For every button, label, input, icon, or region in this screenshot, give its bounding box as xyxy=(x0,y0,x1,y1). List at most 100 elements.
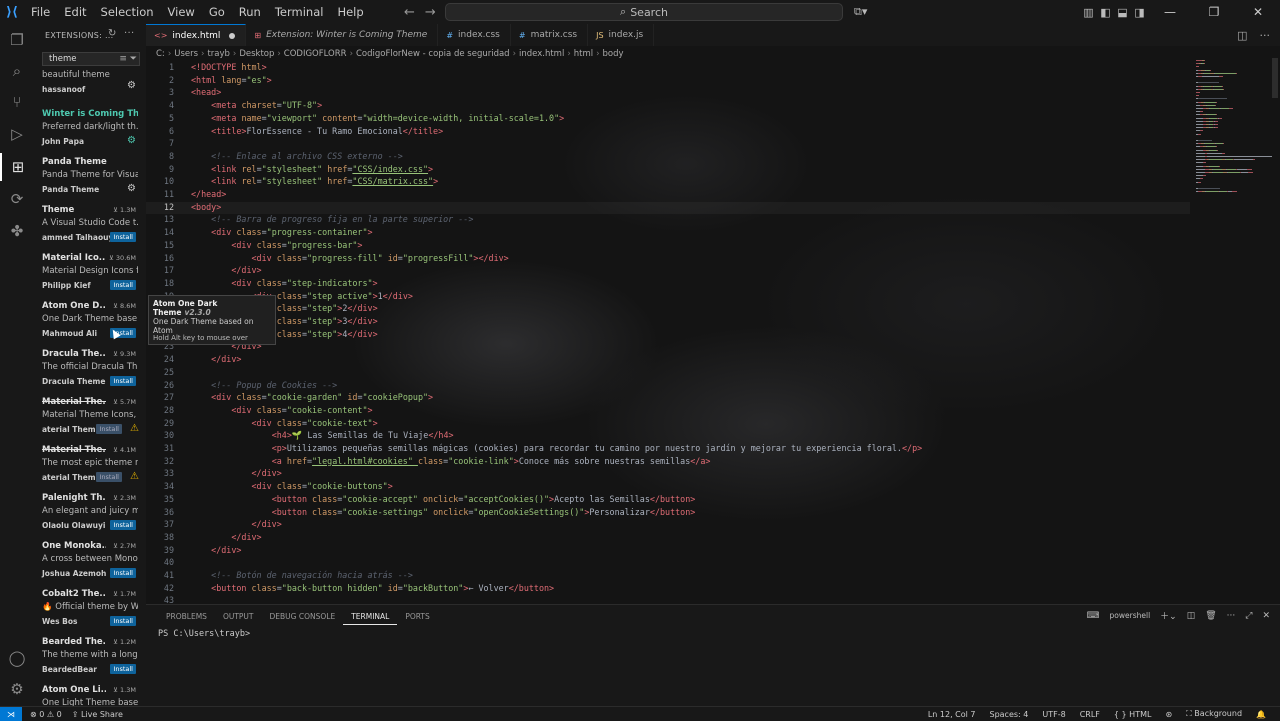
menu-view[interactable]: View xyxy=(161,0,202,24)
code-line[interactable]: 37 </div> xyxy=(146,519,1190,532)
breadcrumb-item[interactable]: body xyxy=(603,49,624,59)
code-line[interactable]: 36 <button class="cookie-settings" oncli… xyxy=(146,507,1190,520)
code-line[interactable]: 4 <meta charset="UTF-8"> xyxy=(146,100,1190,113)
run-debug-icon[interactable]: ▷ xyxy=(0,120,34,148)
extension-item[interactable]: One Monoka... ⊻ 2.7M A cross between Mono.… xyxy=(42,541,144,587)
install-button[interactable]: Install xyxy=(110,568,136,578)
problems-status[interactable]: ⊗ 0 ⚠ 0 xyxy=(30,710,62,719)
install-button[interactable]: Install xyxy=(96,424,122,434)
code-line[interactable]: 12 <body> xyxy=(146,201,1190,215)
manage-gear-icon[interactable]: ⚙ xyxy=(127,183,136,194)
copilot-icon[interactable]: ⧉▾ xyxy=(854,0,867,24)
code-line[interactable]: 13 <!-- Barra de progreso fija en la par… xyxy=(146,214,1190,227)
code-line[interactable]: 5 <meta name="viewport" content="width=d… xyxy=(146,113,1190,126)
panel-tab-terminal[interactable]: TERMINAL xyxy=(343,610,398,625)
code-line[interactable]: 33 </div> xyxy=(146,468,1190,481)
encoding[interactable]: UTF-8 xyxy=(1042,710,1065,719)
more-editor-actions-icon[interactable]: ··· xyxy=(1260,29,1271,42)
background-status[interactable]: ⛶ Background xyxy=(1186,709,1242,719)
code-line[interactable]: 14 <div class="progress-container"> xyxy=(146,227,1190,240)
terminal-prompt[interactable]: PS C:\Users\trayb> xyxy=(158,629,250,639)
extensions-search-input[interactable]: theme ≡ ⏷ xyxy=(42,52,140,66)
install-button[interactable]: Install xyxy=(110,280,136,290)
code-line[interactable]: 42 <button class="back-button hidden" id… xyxy=(146,583,1190,596)
install-button[interactable]: Install xyxy=(110,664,136,674)
back-arrow-icon[interactable]: ← xyxy=(404,5,415,20)
extension-item[interactable]: Dracula The... ⊻ 9.3M The official Dracula… xyxy=(42,349,144,395)
menu-help[interactable]: Help xyxy=(330,0,370,24)
line-ending[interactable]: CRLF xyxy=(1080,710,1100,719)
refresh-icon[interactable]: ↻ xyxy=(108,28,117,39)
code-line[interactable]: 38 </div> xyxy=(146,532,1190,545)
search-view-icon[interactable]: ⌕ xyxy=(0,57,34,85)
code-line[interactable]: 21 <div class="step">3</div> xyxy=(146,316,1190,329)
extension-item[interactable]: Material The... ⊻ 4.1M The most epic theme… xyxy=(42,445,144,491)
more-panel-actions-icon[interactable]: ··· xyxy=(1227,611,1236,621)
code-line[interactable]: 32 <a href="legal.html#cookies" class="c… xyxy=(146,456,1190,469)
tab-index-css[interactable]: # index.css xyxy=(438,24,511,46)
breadcrumb-item[interactable]: trayb xyxy=(207,49,229,59)
code-line[interactable]: 18 <div class="step-indicators"> xyxy=(146,278,1190,291)
install-button[interactable]: Install xyxy=(110,616,136,626)
panel-tab-output[interactable]: OUTPUT xyxy=(215,610,262,624)
extensions-icon[interactable]: ⊞ xyxy=(0,153,34,181)
extension-item[interactable]: Palenight Th... ⊻ 2.3M An elegant and juic… xyxy=(42,493,144,539)
terminal-name[interactable]: powershell xyxy=(1110,611,1151,620)
cursor-position[interactable]: Ln 12, Col 7 xyxy=(928,710,976,719)
code-line[interactable]: 31 <p>Utilizamos pequeñas semillas mágic… xyxy=(146,443,1190,456)
extension-item[interactable]: Material Ico... ⊻ 30.6M Material Design Ic… xyxy=(42,253,144,299)
minimap[interactable] xyxy=(1192,58,1280,258)
extension-item[interactable]: Material The... ⊻ 5.7M Material Theme Icon… xyxy=(42,397,144,443)
tab-index-html[interactable]: <> index.html xyxy=(146,24,247,46)
more-actions-icon[interactable]: ··· xyxy=(124,28,134,39)
explorer-icon[interactable]: ❐ xyxy=(0,26,34,54)
code-line[interactable]: 40 xyxy=(146,557,1190,570)
editor-scrollbar[interactable] xyxy=(1272,58,1278,98)
indentation[interactable]: Spaces: 4 xyxy=(990,710,1029,719)
code-line[interactable]: 41 <!-- Botón de navegación hacia atrás … xyxy=(146,570,1190,583)
toggle-sidebar-icon[interactable]: ◧ xyxy=(1097,6,1114,19)
code-line[interactable]: 3 <head> xyxy=(146,87,1190,100)
breadcrumb-item[interactable]: CODIGOFLORR xyxy=(284,49,347,59)
tab-extension-winter-is-coming-theme[interactable]: ⊞ Extension: Winter is Coming Theme xyxy=(246,24,439,46)
code-line[interactable]: 6 <title>FlorEssence - Tu Ramo Emocional… xyxy=(146,126,1190,139)
menu-run[interactable]: Run xyxy=(232,0,268,24)
extension-item[interactable]: Bearded The... ⊻ 1.2M The theme with a lon… xyxy=(42,637,144,683)
new-terminal-icon[interactable]: ＋⌄ xyxy=(1160,609,1177,622)
code-line[interactable]: 34 <div class="cookie-buttons"> xyxy=(146,481,1190,494)
panel-tab-problems[interactable]: PROBLEMS xyxy=(158,610,215,624)
code-line[interactable]: 28 <div class="cookie-content"> xyxy=(146,405,1190,418)
extension-item[interactable]: Cobalt2 The... ⊻ 1.7M 🔥 Official theme by … xyxy=(42,589,144,635)
toggle-panel-icon[interactable]: ⬓ xyxy=(1114,6,1131,19)
extension-item[interactable]: Atom One Li... ⊻ 1.3M One Light Theme base… xyxy=(42,685,144,706)
code-line[interactable]: 9 <link rel="stylesheet" href="CSS/index… xyxy=(146,164,1190,177)
code-line[interactable]: 35 <button class="cookie-accept" onclick… xyxy=(146,494,1190,507)
language-mode[interactable]: { } HTML xyxy=(1114,710,1152,719)
code-line[interactable]: 19 <div class="step active">1</div> xyxy=(146,291,1190,304)
breadcrumb-item[interactable]: CodigoFlorNew - copia de seguridad xyxy=(356,49,510,59)
code-line[interactable]: 15 <div class="progress-bar"> xyxy=(146,240,1190,253)
install-button[interactable]: Install xyxy=(110,376,136,386)
kill-terminal-icon[interactable]: 🗑 xyxy=(1205,611,1216,621)
tab-matrix-css[interactable]: # matrix.css xyxy=(511,24,589,46)
split-editor-icon[interactable]: ◫ xyxy=(1237,29,1247,42)
manage-gear-icon[interactable]: ⚙ xyxy=(127,80,136,91)
menu-go[interactable]: Go xyxy=(202,0,232,24)
install-button[interactable]: Install xyxy=(110,232,136,242)
breadcrumb-item[interactable]: Desktop xyxy=(239,49,274,59)
command-center-search[interactable]: ⌕ Search xyxy=(445,3,843,21)
code-line[interactable]: 25 xyxy=(146,367,1190,380)
notifications-icon[interactable]: 🔔 xyxy=(1256,710,1266,719)
breadcrumb-item[interactable]: index.html xyxy=(519,49,564,59)
panel-tab-ports[interactable]: PORTS xyxy=(397,610,437,624)
breadcrumb-item[interactable]: Users xyxy=(174,49,198,59)
code-line[interactable]: 7 xyxy=(146,138,1190,151)
code-line[interactable]: 29 <div class="cookie-text"> xyxy=(146,418,1190,431)
filter-icon[interactable]: ≡ ⏷ xyxy=(119,53,137,65)
extension-item[interactable]: Theme ⊻ 1.3M A Visual Studio Code t... amme… xyxy=(42,205,144,251)
live-share-status[interactable]: ⇪ Live Share xyxy=(72,710,123,719)
remote-indicator-icon[interactable]: ⋊ xyxy=(0,707,22,721)
remote-explorer-icon[interactable]: ⟳ xyxy=(0,185,34,213)
code-line[interactable]: 11 </head> xyxy=(146,189,1190,202)
breadcrumb-item[interactable]: C: xyxy=(156,49,165,59)
